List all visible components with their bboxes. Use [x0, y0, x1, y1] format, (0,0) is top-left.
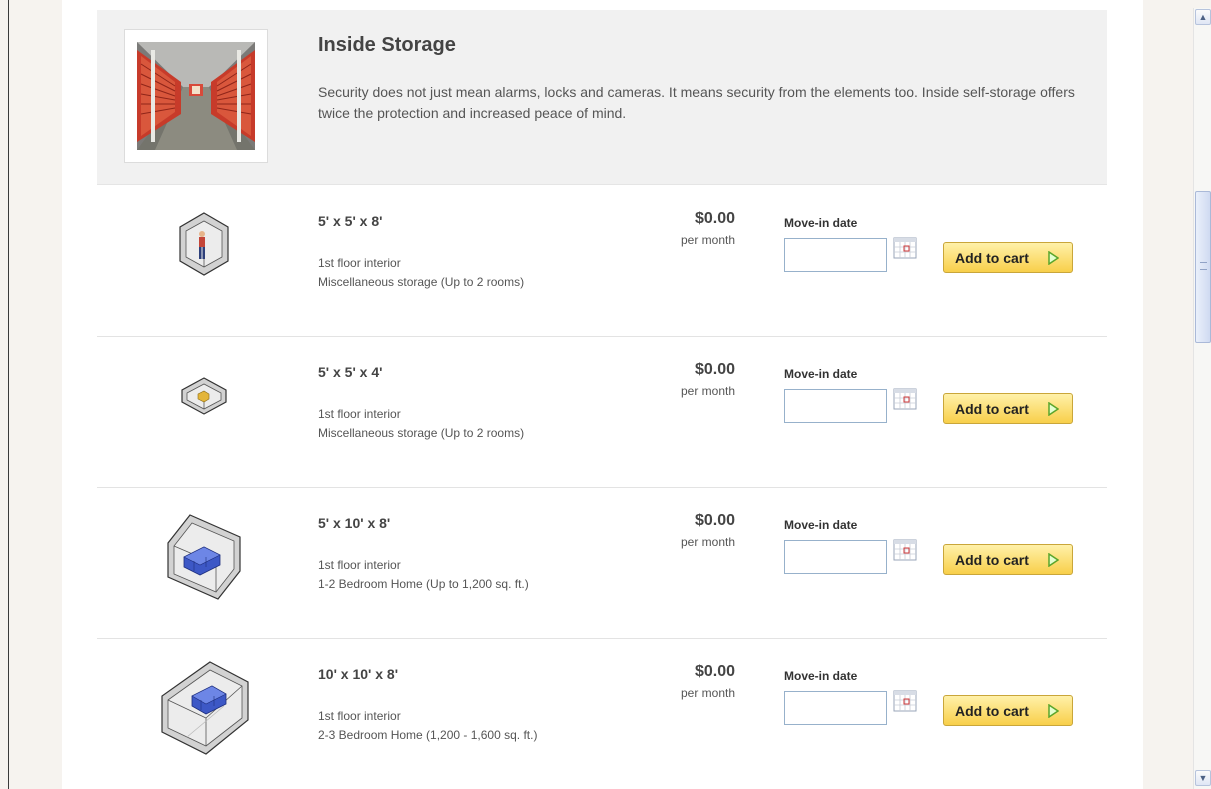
- add-to-cart-label: Add to cart: [955, 400, 1029, 417]
- unit-price-period: per month: [680, 384, 735, 398]
- window-border: [8, 0, 9, 789]
- unit-floor: 1st floor interior: [318, 256, 401, 270]
- arrow-right-icon: [1048, 251, 1059, 265]
- move-in-date-input[interactable]: [784, 238, 887, 272]
- move-in-date-input[interactable]: [784, 389, 887, 423]
- add-to-cart-button[interactable]: Add to cart: [943, 544, 1073, 575]
- unit-size: 5' x 10' x 8': [318, 515, 391, 531]
- unit-row: 5' x 5' x 4' 1st floor interior Miscella…: [97, 338, 1107, 488]
- move-in-date-label: Move-in date: [784, 669, 858, 683]
- calendar-icon[interactable]: [893, 237, 917, 259]
- move-in-date-input[interactable]: [784, 691, 887, 725]
- unit-row: 5' x 5' x 8' 1st floor interior Miscella…: [97, 187, 1107, 337]
- unit-price: $0.00: [694, 210, 735, 227]
- unit-description: 2-3 Bedroom Home (1,200 - 1,600 sq. ft.): [318, 728, 538, 742]
- vertical-scrollbar[interactable]: ▲ ▼: [1193, 8, 1211, 789]
- add-to-cart-label: Add to cart: [955, 702, 1029, 719]
- storage-unit-5x10x8-icon: [154, 507, 254, 607]
- unit-price-period: per month: [680, 535, 735, 549]
- unit-price: $0.00: [694, 663, 735, 680]
- add-to-cart-label: Add to cart: [955, 249, 1029, 266]
- scrollbar-thumb[interactable]: [1195, 191, 1211, 343]
- add-to-cart-button[interactable]: Add to cart: [943, 393, 1073, 424]
- unit-size: 5' x 5' x 8': [318, 213, 383, 229]
- calendar-icon[interactable]: [893, 388, 917, 410]
- arrow-right-icon: [1048, 704, 1059, 718]
- unit-floor: 1st floor interior: [318, 558, 401, 572]
- arrow-right-icon: [1048, 553, 1059, 567]
- unit-price-period: per month: [680, 233, 735, 247]
- unit-price: $0.00: [694, 512, 735, 529]
- unit-price: $0.00: [694, 361, 735, 378]
- move-in-date-label: Move-in date: [784, 216, 858, 230]
- add-to-cart-button[interactable]: Add to cart: [943, 242, 1073, 273]
- add-to-cart-button[interactable]: Add to cart: [943, 695, 1073, 726]
- unit-row: 5' x 10' x 8' 1st floor interior 1-2 Bed…: [97, 489, 1107, 639]
- move-in-date-input[interactable]: [784, 540, 887, 574]
- move-in-date-label: Move-in date: [784, 518, 858, 532]
- unit-floor: 1st floor interior: [318, 407, 401, 421]
- unit-row: 10' x 10' x 8' 1st floor interior 2-3 Be…: [97, 640, 1107, 789]
- unit-size: 5' x 5' x 4': [318, 364, 383, 380]
- move-in-date-label: Move-in date: [784, 367, 858, 381]
- unit-description: Miscellaneous storage (Up to 2 rooms): [318, 426, 525, 440]
- scrollbar-grip: [1200, 262, 1207, 270]
- unit-price-period: per month: [680, 686, 735, 700]
- scroll-down-icon[interactable]: ▼: [1195, 770, 1211, 786]
- unit-description: 1-2 Bedroom Home (Up to 1,200 sq. ft.): [318, 577, 529, 591]
- hallway-photo-frame: [124, 29, 268, 163]
- unit-floor: 1st floor interior: [318, 709, 401, 723]
- storage-unit-5x5x4-icon: [154, 356, 254, 456]
- section-title: Inside Storage: [318, 34, 456, 56]
- unit-description: Miscellaneous storage (Up to 2 rooms): [318, 275, 525, 289]
- scroll-up-icon[interactable]: ▲: [1195, 9, 1211, 25]
- calendar-icon[interactable]: [893, 539, 917, 561]
- storage-hallway-photo: [137, 42, 255, 150]
- storage-unit-5x5x8-icon: [154, 205, 254, 305]
- section-description: Security does not just mean alarms, lock…: [318, 84, 1075, 121]
- inside-storage-header: Inside Storage Security does not just me…: [97, 10, 1107, 185]
- arrow-right-icon: [1048, 402, 1059, 416]
- add-to-cart-label: Add to cart: [955, 551, 1029, 568]
- unit-size: 10' x 10' x 8': [318, 666, 399, 682]
- calendar-icon[interactable]: [893, 690, 917, 712]
- storage-unit-10x10x8-icon: [154, 658, 254, 758]
